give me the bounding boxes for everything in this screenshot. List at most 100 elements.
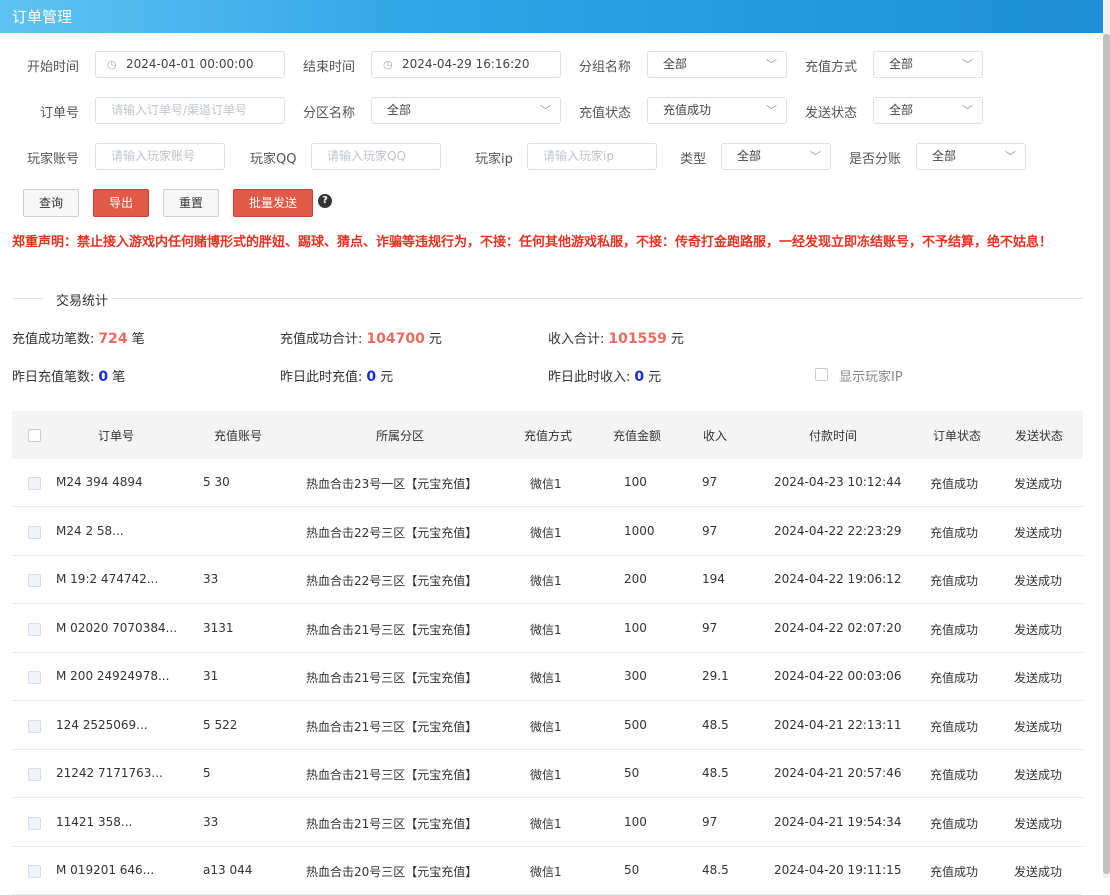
end-time-input[interactable]: ◷ 2024-04-29 16:16:20 bbox=[371, 51, 561, 78]
table-cell: 97 bbox=[702, 620, 718, 635]
player-account-input[interactable]: 请输入玩家账号 bbox=[95, 143, 225, 170]
recharge-method-select[interactable]: 全部 ﹀ bbox=[873, 51, 983, 78]
row-checkbox[interactable] bbox=[28, 865, 41, 878]
table-cell: 2024-04-22 22:23:29 bbox=[774, 523, 902, 538]
table-row[interactable]: M 19:2 474742... 33 热血合击22号三区【元宝充值】 微信1 200… bbox=[12, 556, 1083, 604]
table-row[interactable]: 21242 7171763... 5 热血合击21号三区【元宝充值】 微信1 50 48… bbox=[12, 750, 1083, 798]
table-cell: 2024-04-21 20:57:46 bbox=[774, 766, 902, 780]
table-cell: 11421 358... bbox=[56, 814, 133, 829]
column-header[interactable]: 充值方式 bbox=[524, 427, 572, 444]
stat-success-total: 充值成功合计: 104700 元 bbox=[280, 328, 442, 347]
table-cell: 发送成功 bbox=[1014, 865, 1063, 879]
group-name-value: 全部 bbox=[663, 57, 688, 71]
column-header[interactable]: 充值账号 bbox=[214, 427, 262, 444]
table-cell: 5 30 bbox=[203, 475, 230, 489]
table-cell: 微信1 bbox=[530, 865, 562, 879]
row-checkbox[interactable] bbox=[28, 622, 41, 636]
player-account-label: 玩家账号 bbox=[27, 152, 80, 167]
table-row[interactable]: M24 2 58... 热血合击22号三区【元宝充值】 微信1 1000 97 2024… bbox=[12, 507, 1083, 556]
table-cell: 热血合击22号三区【元宝充值】 bbox=[306, 574, 478, 588]
export-button[interactable]: 导出 bbox=[93, 189, 149, 217]
stat-success-count: 充值成功笔数: 724 笔 bbox=[12, 328, 145, 347]
row-checkbox[interactable] bbox=[28, 477, 41, 490]
table-cell: 发送成功 bbox=[1014, 768, 1063, 782]
table-row[interactable]: M 200 24924978... 31 热血合击21号三区【元宝充值】 微信1 30… bbox=[12, 653, 1083, 701]
table-cell: 微信1 bbox=[530, 719, 562, 734]
row-checkbox[interactable] bbox=[28, 816, 41, 830]
notice-text: 郑重声明：禁止接入游戏内任何赌博形式的胖妞、踢球、猜点、诈骗等违规行为，不接：任… bbox=[12, 235, 1053, 250]
recharge-status-select[interactable]: 充值成功 ﹀ bbox=[647, 97, 787, 124]
table-row[interactable]: 124 2525069... 5 522 热血合击21号三区【元宝充值】 微信1 500… bbox=[12, 701, 1083, 750]
send-status-select[interactable]: 全部 ﹀ bbox=[873, 97, 983, 124]
query-button[interactable]: 查询 bbox=[23, 189, 79, 217]
row-checkbox[interactable] bbox=[28, 525, 41, 539]
table-row[interactable]: M 02020 7070384... 3131 热血合击21号三区【元宝充值】 微信1… bbox=[12, 604, 1083, 653]
stat-yesterday-recharge: 昨日此时充值: 0 元 bbox=[280, 366, 393, 385]
column-header[interactable]: 订单状态 bbox=[933, 427, 981, 444]
table-cell: 发送成功 bbox=[1014, 719, 1063, 734]
zone-name-value: 全部 bbox=[387, 103, 412, 117]
start-time-input[interactable]: ◷ 2024-04-01 00:00:00 bbox=[95, 51, 285, 78]
column-header[interactable]: 充值金额 bbox=[613, 427, 661, 444]
zone-name-label: 分区名称 bbox=[303, 106, 356, 121]
stat-yesterday-income: 昨日此时收入: 0 元 bbox=[548, 366, 661, 385]
table-cell: 48.5 bbox=[702, 863, 729, 877]
type-select[interactable]: 全部 ﹀ bbox=[721, 143, 831, 170]
table-row[interactable]: 11421 358... 33 热血合击21号三区【元宝充值】 微信1 100 97 20… bbox=[12, 798, 1083, 847]
split-select[interactable]: 全部 ﹀ bbox=[916, 143, 1026, 170]
stat-value: 0 bbox=[366, 369, 377, 385]
table-cell: 2024-04-22 02:07:20 bbox=[774, 620, 902, 635]
table-cell: 48.5 bbox=[702, 766, 729, 780]
table-cell: 充值成功 bbox=[930, 719, 979, 734]
show-ip-label: 显示玩家IP bbox=[839, 370, 903, 385]
table-cell: 50 bbox=[624, 863, 640, 877]
zone-name-select[interactable]: 全部 ﹀ bbox=[371, 97, 561, 124]
table-cell: 2024-04-21 19:54:34 bbox=[774, 814, 902, 829]
table-row[interactable]: M 019201 646... a13 044 热血合击20号三区【元宝充值】 微信1… bbox=[12, 847, 1083, 895]
column-header[interactable]: 收入 bbox=[703, 427, 727, 444]
table-cell: 热血合击21号三区【元宝充值】 bbox=[306, 719, 478, 734]
group-name-select[interactable]: 全部 ﹀ bbox=[647, 51, 787, 78]
table-cell: M 02020 7070384... bbox=[56, 620, 178, 635]
row-checkbox[interactable] bbox=[28, 768, 41, 781]
column-header[interactable]: 订单号 bbox=[98, 427, 134, 444]
chevron-down-icon: ﹀ bbox=[766, 58, 777, 71]
help-icon[interactable]: ? bbox=[318, 194, 332, 208]
table-cell: 发送成功 bbox=[1014, 816, 1063, 831]
table-cell: 微信1 bbox=[530, 477, 562, 491]
select-all-checkbox[interactable] bbox=[28, 429, 41, 442]
table-cell: 194 bbox=[702, 572, 725, 586]
stat-unit: 元 bbox=[648, 370, 662, 385]
column-header[interactable]: 发送状态 bbox=[1015, 427, 1063, 444]
table-cell: 50 bbox=[624, 766, 640, 780]
table-cell: 300 bbox=[624, 669, 647, 683]
clock-icon: ◷ bbox=[107, 58, 117, 71]
table-row[interactable]: M24 394 4894 5 30 热血合击23号一区【元宝充值】 微信1 100 97 2… bbox=[12, 459, 1083, 507]
row-checkbox[interactable] bbox=[28, 574, 41, 587]
player-ip-input[interactable]: 请输入玩家ip bbox=[527, 143, 657, 170]
stat-value: 0 bbox=[98, 369, 109, 385]
column-header[interactable]: 所属分区 bbox=[376, 427, 424, 444]
row-checkbox[interactable] bbox=[28, 671, 41, 684]
show-ip-checkbox[interactable] bbox=[815, 368, 828, 381]
table-cell: 33 bbox=[203, 814, 219, 829]
row-checkbox[interactable] bbox=[28, 719, 41, 733]
table-cell: 热血合击20号三区【元宝充值】 bbox=[306, 865, 478, 879]
table-cell: 5 522 bbox=[203, 717, 238, 732]
recharge-method-value: 全部 bbox=[889, 57, 914, 71]
table-cell: 2024-04-22 00:03:06 bbox=[774, 669, 902, 683]
player-qq-input[interactable]: 请输入玩家QQ bbox=[311, 143, 441, 170]
table-cell: 97 bbox=[702, 475, 718, 489]
order-no-input[interactable]: 请输入订单号/渠道订单号 bbox=[95, 97, 285, 124]
reset-button[interactable]: 重置 bbox=[163, 189, 219, 217]
table-cell: 100 bbox=[624, 814, 647, 829]
table-cell: 发送成功 bbox=[1014, 622, 1063, 637]
stat-label: 充值成功合计: bbox=[280, 332, 363, 347]
batch-send-button[interactable]: 批量发送 bbox=[233, 189, 313, 217]
table-cell: 33 bbox=[203, 572, 219, 586]
table-cell: 热血合击21号三区【元宝充值】 bbox=[306, 816, 478, 831]
column-header[interactable]: 付款时间 bbox=[809, 427, 857, 444]
table-cell: 充值成功 bbox=[930, 477, 979, 491]
table-cell: 48.5 bbox=[702, 717, 729, 732]
scrollbar-thumb[interactable] bbox=[1103, 34, 1110, 874]
